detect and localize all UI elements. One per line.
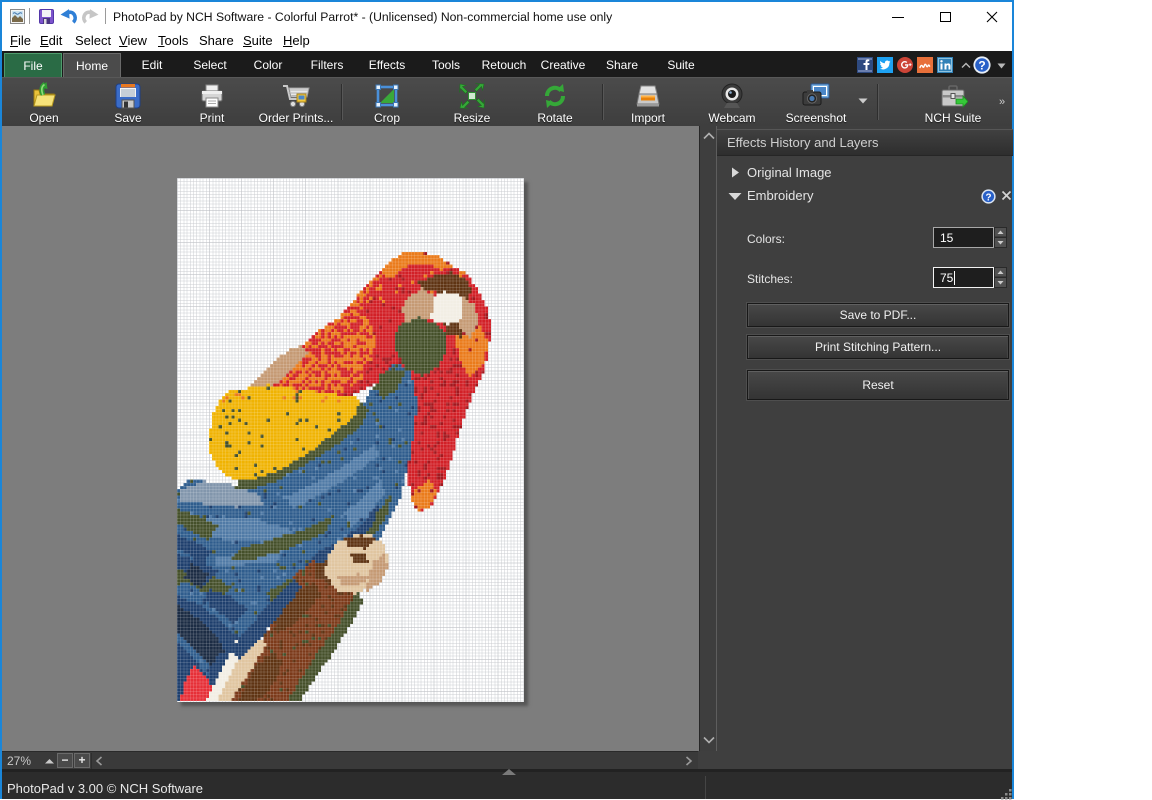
svg-text:?: ? [978,58,985,72]
svg-text:?: ? [985,192,991,203]
